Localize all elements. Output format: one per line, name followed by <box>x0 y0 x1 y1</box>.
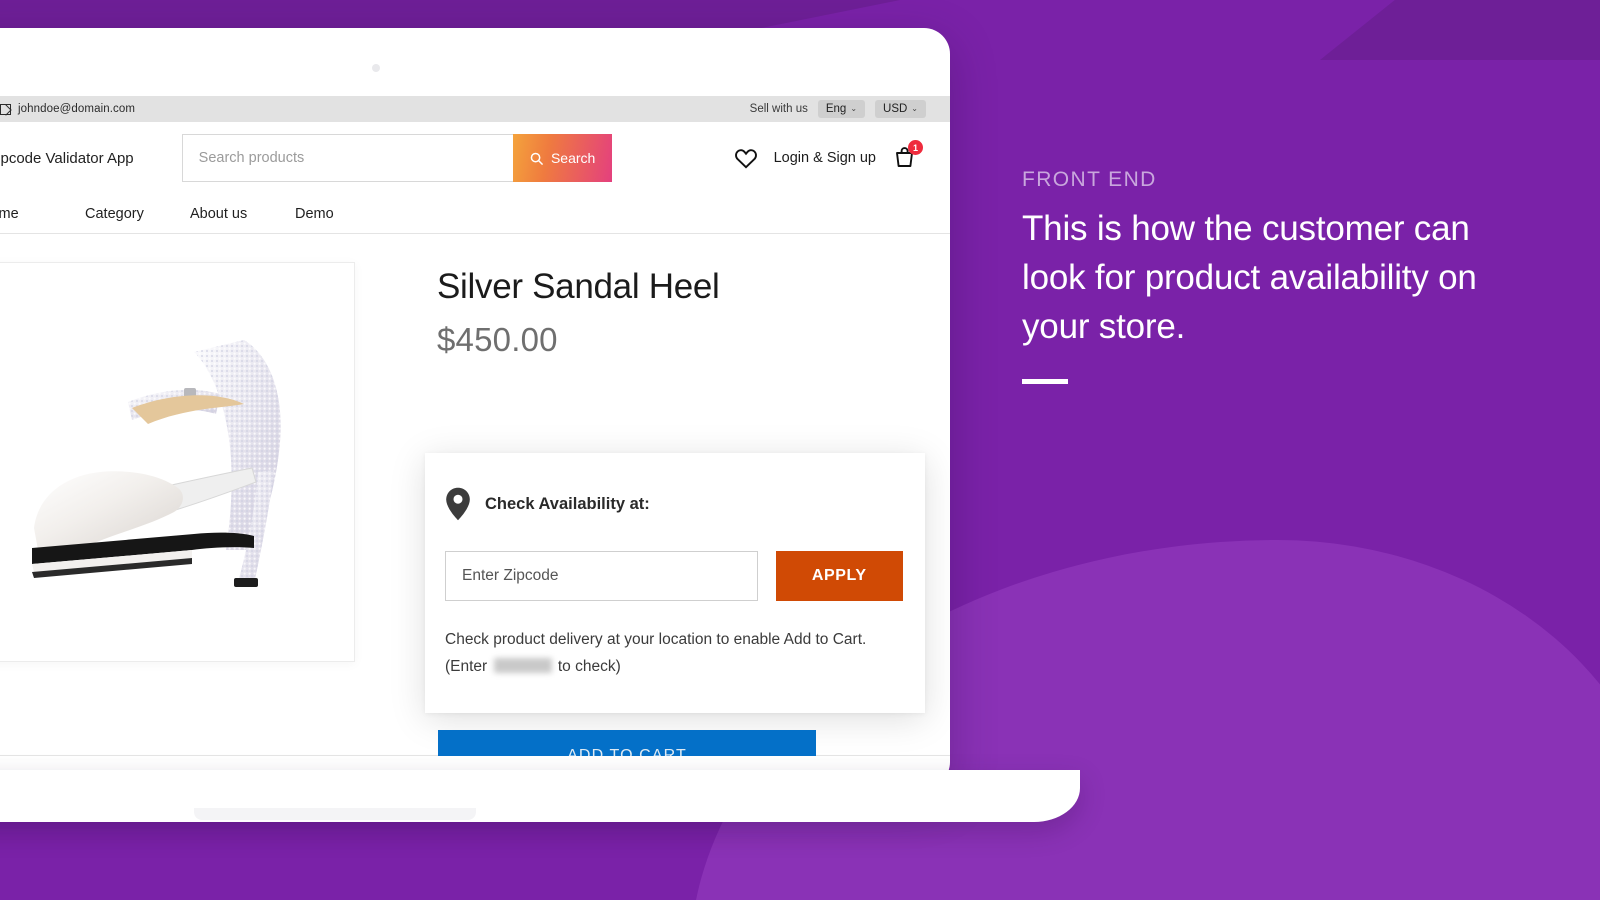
nav-slot: Category <box>85 206 190 222</box>
account-email: johndoe@domain.com <box>18 103 136 115</box>
availability-hint: Check product delivery at your location … <box>445 627 903 680</box>
currency-selector[interactable]: USD ⌄ <box>875 100 926 118</box>
browser-screen: johndoe@domain.com Sell with us Eng ⌄ US… <box>0 96 950 756</box>
brand-block[interactable]: Zipcode Validator App <box>0 135 134 181</box>
copy-headline: This is how the customer can look for pr… <box>1022 209 1477 346</box>
laptop-lid: johndoe@domain.com Sell with us Eng ⌄ US… <box>0 28 950 788</box>
nav-slot: Demo <box>295 206 400 222</box>
utility-bar: johndoe@domain.com Sell with us Eng ⌄ US… <box>0 96 950 122</box>
currency-label: USD <box>883 103 908 115</box>
site-header: Zipcode Validator App Search products Se… <box>0 122 950 194</box>
search-input[interactable] <box>181 134 513 182</box>
language-selector[interactable]: Eng ⌄ <box>817 100 866 118</box>
copy-eyebrow: FRONT END <box>1022 168 1157 191</box>
add-to-cart-button[interactable]: ADD TO CART <box>438 730 816 756</box>
chevron-down-icon: ⌄ <box>850 104 858 113</box>
nav-item-category[interactable]: Category <box>85 206 144 222</box>
mail-icon <box>0 103 11 115</box>
product-price: $450.00 <box>437 320 558 358</box>
search-button-label: Search <box>550 150 596 166</box>
laptop-base-notch <box>194 808 476 820</box>
utility-bar-right: Sell with us Eng ⌄ USD ⌄ <box>750 100 926 118</box>
sell-with-us-link[interactable]: Sell with us <box>750 103 808 115</box>
redacted-zipcode <box>493 657 552 673</box>
login-signup-link[interactable]: Login & Sign up <box>774 150 876 166</box>
location-pin-icon <box>446 487 470 521</box>
brand-name: Zipcode Validator App <box>0 149 134 167</box>
copy-underline-rule <box>1022 379 1068 384</box>
background-wedge-right-decoration <box>1320 0 1600 60</box>
product-image[interactable] <box>0 262 355 662</box>
laptop-base <box>0 770 1080 822</box>
cart-button[interactable]: 1 <box>892 140 923 171</box>
availability-title: Check Availability at: <box>485 494 650 513</box>
search-button[interactable]: Search <box>512 134 612 182</box>
nav-item-demo[interactable]: Demo <box>295 206 334 222</box>
zipcode-input[interactable] <box>445 551 758 601</box>
availability-hint-after: to check) <box>557 657 621 675</box>
silver-sandal-heel-illustration <box>31 340 281 587</box>
cart-count-badge: 1 <box>908 140 923 155</box>
copy-panel: FRONT END This is how the customer can l… <box>1022 168 1492 384</box>
language-label: Eng <box>825 103 847 115</box>
heart-icon[interactable] <box>734 147 758 169</box>
zipcode-row: APPLY <box>445 551 903 601</box>
chevron-down-icon: ⌄ <box>911 104 918 113</box>
laptop-mockup: johndoe@domain.com Sell with us Eng ⌄ US… <box>0 28 1080 822</box>
header-actions: Login & Sign up 1 <box>734 140 926 171</box>
check-availability-card: Check Availability at: APPLY Check produ… <box>425 453 925 713</box>
product-title: Silver Sandal Heel <box>437 267 720 306</box>
page-canvas: johndoe@domain.com Sell with us Eng ⌄ US… <box>0 0 1600 900</box>
main-navigation: Home Category About us Demo <box>0 194 950 234</box>
nav-item-home[interactable]: Home <box>0 206 19 222</box>
nav-item-about-us[interactable]: About us <box>190 206 247 222</box>
search-bar: Search <box>181 134 612 182</box>
apply-button[interactable]: APPLY <box>775 551 903 601</box>
nav-slot: Home <box>0 206 85 222</box>
availability-header: Check Availability at: <box>445 487 903 521</box>
laptop-camera-icon <box>372 64 380 72</box>
nav-slot: About us <box>190 206 295 222</box>
search-icon <box>530 152 543 165</box>
